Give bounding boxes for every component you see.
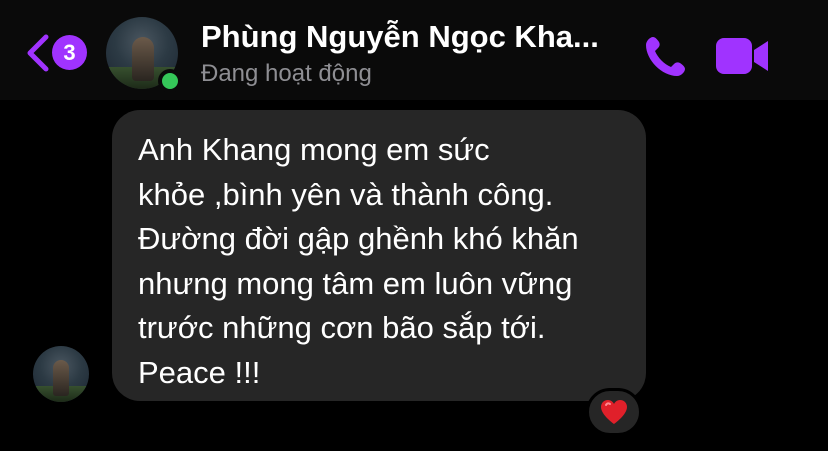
back-button[interactable]: 3 — [24, 30, 94, 76]
message-reaction[interactable] — [586, 388, 642, 436]
message-bubble[interactable]: Anh Khang mong em sức khỏe ,bình yên và … — [112, 110, 646, 401]
chat-screen: 3 Phùng Nguyễn Ngọc Kha... Đang hoạt độn… — [0, 0, 828, 451]
online-status-dot — [158, 69, 182, 93]
contact-avatar-button[interactable] — [106, 17, 182, 93]
chevron-left-icon — [27, 34, 49, 72]
contact-name[interactable]: Phùng Nguyễn Ngọc Kha... — [201, 19, 641, 55]
video-call-button[interactable] — [714, 36, 770, 76]
video-camera-icon — [716, 38, 768, 74]
chat-header: 3 Phùng Nguyễn Ngọc Kha... Đang hoạt độn… — [0, 0, 828, 100]
active-status-text: Đang hoạt động — [201, 60, 372, 87]
sender-avatar[interactable] — [33, 346, 89, 402]
heart-icon — [601, 400, 627, 424]
phone-icon — [646, 37, 685, 76]
unread-count-badge: 3 — [52, 35, 87, 70]
voice-call-button[interactable] — [642, 32, 690, 80]
